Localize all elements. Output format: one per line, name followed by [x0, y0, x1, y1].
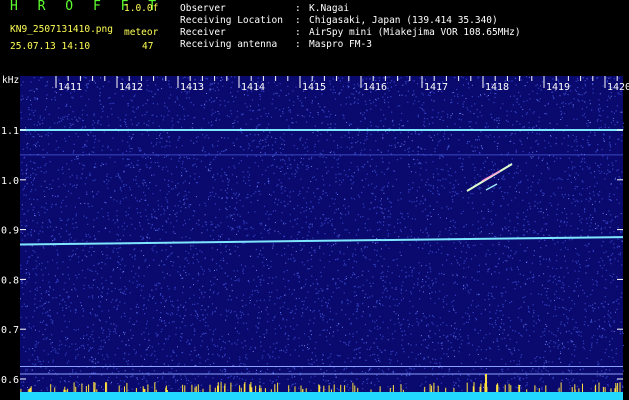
- info-colon: :: [295, 15, 301, 26]
- y-axis-unit: kHz: [2, 75, 20, 86]
- x-tick-label: 1414: [241, 82, 265, 93]
- y-tick-label: 0.6: [1, 375, 19, 386]
- info-value: Maspro FM-3: [309, 39, 372, 50]
- meteor-count: 47: [142, 41, 154, 52]
- x-tick-label: 1413: [180, 82, 204, 93]
- info-value: AirSpy mini (Miakejima VOR 108.65MHz): [309, 27, 521, 38]
- info-value: K.Nagai: [309, 3, 350, 14]
- info-key: Observer: [180, 3, 226, 14]
- info-row-receiver: Receiver: AirSpy mini (Miakejima VOR 108.…: [180, 27, 521, 39]
- y-tick-label: 0.9: [1, 226, 19, 237]
- x-tick-label: 1420: [607, 82, 629, 93]
- x-tick-label: 1417: [424, 82, 448, 93]
- info-value: Chigasaki, Japan (139.414 35.340): [309, 15, 498, 26]
- info-key: Receiver: [180, 27, 226, 38]
- y-tick-label: 0.8: [1, 275, 19, 286]
- timestamp-label: 25.07.13 14:10: [10, 41, 91, 52]
- info-row-antenna: Receiving antenna: Maspro FM-3: [180, 39, 521, 51]
- info-colon: :: [295, 3, 301, 14]
- app-version: 1.0.0f: [124, 3, 159, 14]
- info-row-location: Receiving Location: Chigasaki, Japan (139…: [180, 15, 521, 27]
- bottom-bar: [20, 392, 623, 400]
- meteor-label: meteor: [124, 27, 159, 38]
- y-tick-label: 0.7: [1, 325, 19, 336]
- spectrogram-plot: 1411 1412 1413 1414 1415 1416 1417 1418 1419 1420…: [1, 76, 629, 400]
- x-tick-label: 1419: [546, 82, 570, 93]
- info-key: Receiving antenna: [180, 39, 278, 50]
- info-row-observer: Observer: K.Nagai: [180, 3, 521, 15]
- x-tick-label: 1416: [363, 82, 387, 93]
- filename-label: KN9_2507131410.png: [10, 24, 113, 35]
- x-tick-label: 1418: [485, 82, 509, 93]
- station-info: Observer: K.Nagai Receiving Location: Chig…: [180, 3, 521, 51]
- y-tick-label: 1.1: [1, 126, 19, 137]
- y-tick-label: 1.0: [1, 176, 19, 187]
- x-tick-label: 1412: [119, 82, 143, 93]
- info-key: Receiving Location: [180, 15, 283, 26]
- info-colon: :: [295, 39, 301, 50]
- x-tick-label: 1415: [302, 82, 326, 93]
- x-tick-label: 1411: [58, 82, 82, 93]
- info-colon: :: [295, 27, 301, 38]
